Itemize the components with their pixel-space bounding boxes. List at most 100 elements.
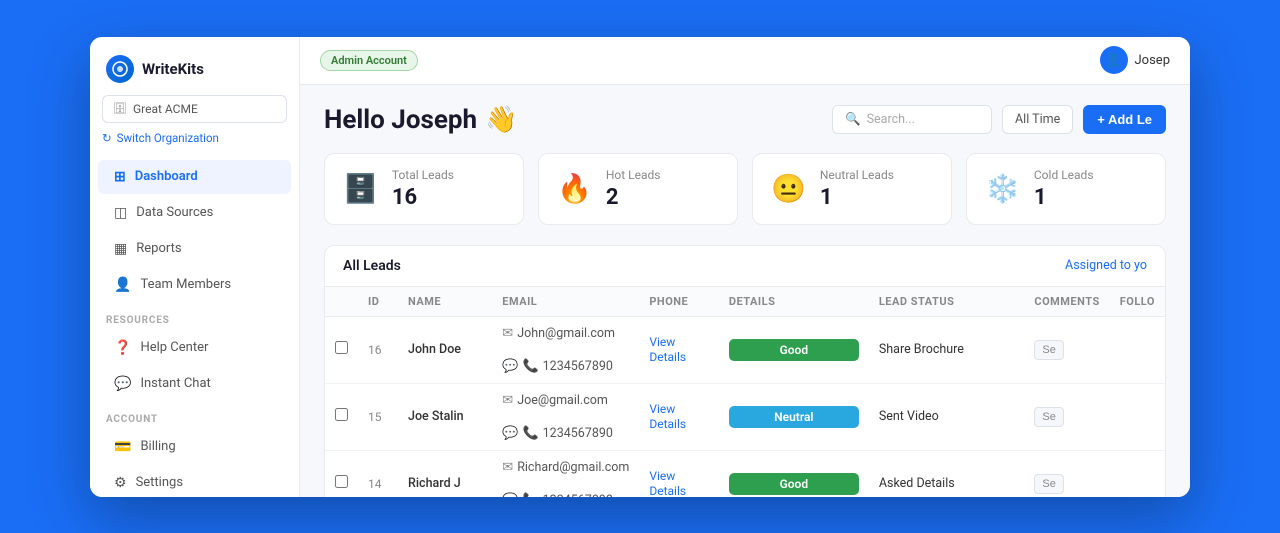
top-bar: Admin Account 👤 Josep [300, 37, 1190, 85]
logo-icon [106, 55, 134, 83]
hot-leads-label: Hot Leads [606, 168, 661, 182]
phone-icon: 📞 [522, 493, 538, 497]
switch-org-link[interactable]: ↻ Switch Organization [102, 131, 287, 145]
user-info: 👤 Josep [1100, 46, 1171, 74]
col-follow: FOLLO [1110, 287, 1165, 317]
row-id: 16 [358, 316, 398, 383]
row-status: Neutral [719, 383, 869, 450]
search-placeholder: Search... [867, 112, 915, 127]
row-email: ✉ Richard@gmail.com [492, 451, 639, 484]
col-lead-status: LEAD STATUS [869, 287, 1025, 317]
row-id: 15 [358, 383, 398, 450]
status-badge: Neutral [729, 406, 859, 428]
row-details[interactable]: View Details [639, 316, 719, 383]
phone-icon: 📞 [522, 426, 538, 441]
follow-button[interactable]: Se [1034, 340, 1063, 360]
sidebar: WriteKits 🗄 Great ACME ↻ Switch Organiza… [90, 37, 300, 497]
row-checkbox[interactable] [325, 383, 358, 450]
page-header: Hello Joseph 👋 🔍 Search... All Time + Ad… [324, 105, 1166, 135]
billing-icon: 💳 [114, 439, 131, 455]
follow-button[interactable]: Se [1034, 407, 1063, 427]
stat-card-cold-leads: ❄️ Cold Leads 1 [966, 153, 1166, 225]
cold-leads-value: 1 [1034, 185, 1094, 210]
hot-leads-value: 2 [606, 185, 661, 210]
settings-icon: ⚙ [114, 475, 127, 491]
stat-card-hot-leads: 🔥 Hot Leads 2 [538, 153, 738, 225]
sidebar-item-billing[interactable]: 💳 Billing [98, 430, 291, 464]
page-body: Hello Joseph 👋 🔍 Search... All Time + Ad… [300, 85, 1190, 497]
team-icon: 👤 [114, 277, 131, 293]
col-email: EMAIL [492, 287, 639, 317]
row-follow[interactable]: Se [1024, 316, 1109, 383]
neutral-leads-value: 1 [820, 185, 894, 210]
col-id: ID [358, 287, 398, 317]
row-details[interactable]: View Details [639, 450, 719, 497]
search-box[interactable]: 🔍 Search... [832, 105, 992, 134]
col-details: DETAILS [719, 287, 869, 317]
neutral-leads-icon: 😐 [771, 172, 806, 205]
org-selector[interactable]: 🗄 Great ACME [102, 95, 287, 123]
table-row: 15 Joe Stalin ✉ Joe@gmail.com 💬 📞 123456… [325, 383, 1165, 450]
row-email: ✉ John@gmail.com [492, 317, 639, 350]
sidebar-item-dashboard[interactable]: ⊞ Dashboard [98, 160, 291, 194]
row-phone: 💬 📞 1234567890 [492, 484, 639, 497]
row-comments: Asked Details [869, 450, 1025, 497]
admin-badge: Admin Account [320, 50, 418, 71]
sidebar-item-team-members[interactable]: 👤 Team Members [98, 268, 291, 302]
assigned-link[interactable]: Assigned to yo [1065, 258, 1147, 273]
view-details-link[interactable]: View Details [649, 469, 686, 497]
row-name: Joe Stalin [398, 383, 492, 450]
time-filter-dropdown[interactable]: All Time [1002, 105, 1073, 134]
row-follow[interactable]: Se [1024, 450, 1109, 497]
whatsapp-icon: 💬 [502, 426, 518, 441]
row-checkbox[interactable] [325, 316, 358, 383]
row-status: Good [719, 316, 869, 383]
sidebar-item-reports[interactable]: ▦ Reports [98, 232, 291, 266]
email-icon: ✉ [502, 460, 513, 475]
total-leads-value: 16 [392, 185, 454, 210]
row-follow[interactable]: Se [1024, 383, 1109, 450]
row-details[interactable]: View Details [639, 383, 719, 450]
sidebar-item-settings[interactable]: ⚙ Settings [98, 466, 291, 497]
row-email: ✉ Joe@gmail.com [492, 384, 639, 417]
follow-button[interactable]: Se [1034, 474, 1063, 494]
main-content: Admin Account 👤 Josep Hello Joseph 👋 🔍 S… [300, 37, 1190, 497]
view-details-link[interactable]: View Details [649, 335, 686, 364]
sidebar-item-data-sources[interactable]: ◫ Data Sources [98, 196, 291, 230]
total-leads-label: Total Leads [392, 168, 454, 182]
stat-info-cold: Cold Leads 1 [1034, 168, 1094, 210]
row-name: Richard J [398, 450, 492, 497]
chat-icon: 💬 [114, 376, 131, 392]
table-row: 16 John Doe ✉ John@gmail.com 💬 📞 1234567… [325, 316, 1165, 383]
row-comments: Sent Video [869, 383, 1025, 450]
col-checkbox [325, 287, 358, 317]
table-row: 14 Richard J ✉ Richard@gmail.com 💬 📞 123… [325, 450, 1165, 497]
avatar: 👤 [1100, 46, 1128, 74]
phone-icon: 📞 [522, 359, 538, 374]
stat-card-neutral-leads: 😐 Neutral Leads 1 [752, 153, 952, 225]
col-name: NAME [398, 287, 492, 317]
col-comments: COMMENTS [1024, 287, 1109, 317]
db-icon: 🗄 [113, 102, 127, 115]
account-label: ACCOUNT [90, 402, 299, 429]
help-icon: ❓ [114, 340, 131, 356]
sidebar-item-instant-chat[interactable]: 💬 Instant Chat [98, 367, 291, 401]
stat-info-hot: Hot Leads 2 [606, 168, 661, 210]
view-details-link[interactable]: View Details [649, 402, 686, 431]
neutral-leads-label: Neutral Leads [820, 168, 894, 182]
add-lead-button[interactable]: + Add Le [1083, 105, 1166, 134]
whatsapp-icon: 💬 [502, 493, 518, 497]
stat-info-neutral: Neutral Leads 1 [820, 168, 894, 210]
hot-leads-icon: 🔥 [557, 172, 592, 205]
total-leads-icon: 🗄️ [343, 172, 378, 205]
dashboard-icon: ⊞ [114, 169, 126, 185]
status-badge: Good [729, 339, 859, 361]
sidebar-item-help-center[interactable]: ❓ Help Center [98, 331, 291, 365]
row-phone: 💬 📞 1234567890 [492, 417, 639, 450]
status-badge: Good [729, 473, 859, 495]
row-checkbox[interactable] [325, 450, 358, 497]
leads-title: All Leads [343, 258, 401, 274]
row-phone: 💬 📞 1234567890 [492, 350, 639, 383]
table-wrapper: ID NAME EMAIL PHONE DETAILS LEAD STATUS … [325, 287, 1165, 497]
whatsapp-icon: 💬 [502, 359, 518, 374]
